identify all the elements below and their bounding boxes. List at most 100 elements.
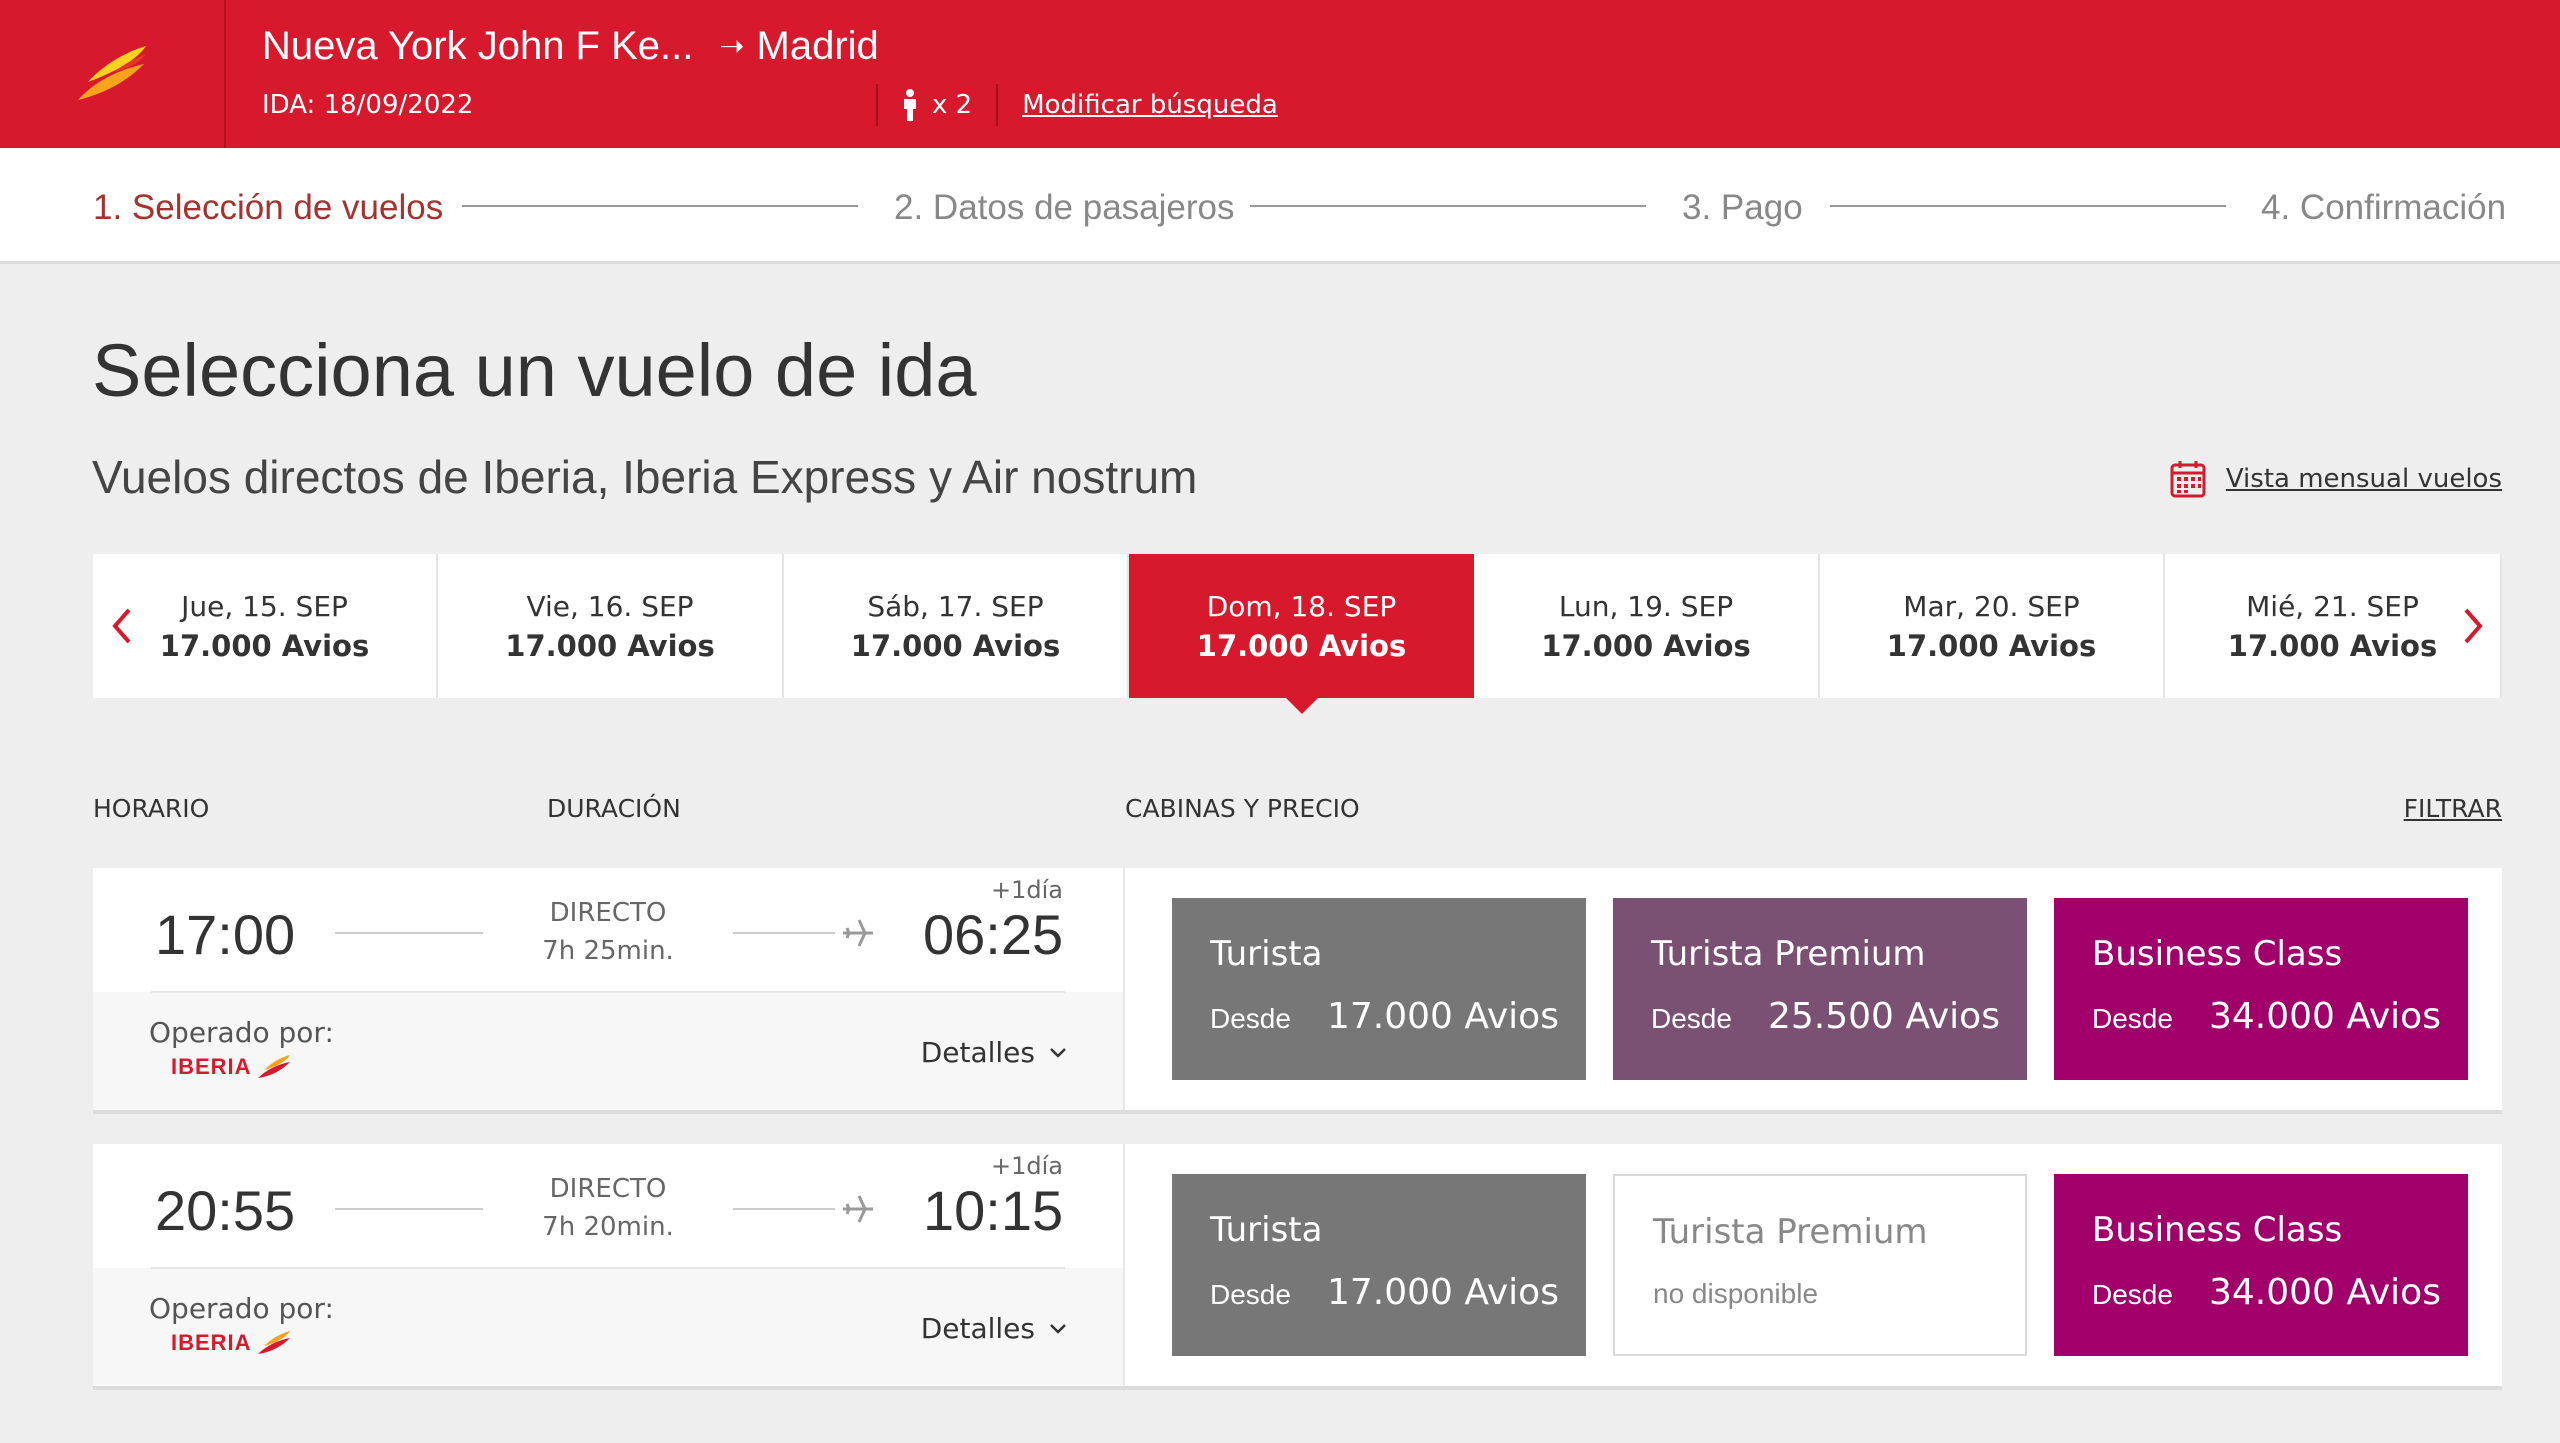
- from-label: Desde: [2092, 1003, 2173, 1034]
- cabin-name: Business Class: [2092, 1210, 2343, 1250]
- timeline: [335, 932, 483, 934]
- cabin-premium-unavailable: Turista Premium no disponible: [1613, 1174, 2027, 1356]
- cabin-name: Turista: [1210, 1210, 1323, 1250]
- unavailable-label: no disponible: [1653, 1278, 1819, 1309]
- iberia-logo[interactable]: [0, 0, 226, 148]
- from-label: Desde: [1210, 1279, 1291, 1310]
- monthly-view[interactable]: Vista mensual vuelos: [2170, 460, 2502, 498]
- cabin-price: 34.000 Avios: [2208, 996, 2441, 1037]
- cabin-turista-option[interactable]: Turista Desde 17.000 Avios: [1172, 898, 1586, 1080]
- cabin-price-row: Desde 17.000 Avios: [1210, 996, 1586, 1037]
- plane-icon: [843, 919, 873, 947]
- date-option[interactable]: Sáb, 17. SEP 17.000 Avios: [784, 554, 1129, 698]
- cabin-price-row: Desde 17.000 Avios: [1210, 1272, 1586, 1313]
- cabin-business-option[interactable]: Business Class Desde 34.000 Avios: [2054, 1174, 2468, 1356]
- flight-duration: DIRECTO 7h 20min.: [513, 1170, 703, 1246]
- operator-logo: IBERIA: [171, 1054, 292, 1080]
- step-connector: [1250, 205, 1646, 207]
- operator-name: IBERIA: [171, 1330, 252, 1355]
- filter-link[interactable]: FILTRAR: [2404, 794, 2502, 823]
- page-subtitle: Vuelos directos de Iberia, Iberia Expres…: [92, 451, 1198, 503]
- search-summary: IDA: 18/09/2022 x 2 Modificar búsqueda: [262, 84, 1278, 126]
- flight-info: 20:55 DIRECTO 7h 20min. +1día 10:15 Oper…: [93, 1144, 1125, 1386]
- plane-icon: [843, 1195, 873, 1223]
- date-label: Mié, 21. SEP: [2246, 589, 2419, 623]
- date-carousel: Jue, 15. SEP 17.000 Avios Vie, 16. SEP 1…: [93, 554, 2502, 714]
- cabin-price: 17.000 Avios: [1326, 1272, 1559, 1313]
- date-price: 17.000 Avios: [1886, 628, 2097, 663]
- cabin-turista-option[interactable]: Turista Desde 17.000 Avios: [1172, 1174, 1586, 1356]
- date-option-selected[interactable]: Dom, 18. SEP 17.000 Avios: [1129, 554, 1474, 714]
- cabin-name: Business Class: [2092, 934, 2343, 974]
- from-label: Desde: [1210, 1003, 1291, 1034]
- chevron-left-icon[interactable]: [103, 604, 143, 648]
- cabin-premium-option[interactable]: Turista Premium Desde 25.500 Avios: [1613, 898, 2027, 1080]
- destination-city: Madrid: [756, 24, 879, 68]
- iberia-wing-icon: [257, 1055, 290, 1078]
- duration-value: 7h 25min.: [542, 936, 674, 966]
- date-label: Vie, 16. SEP: [526, 589, 694, 623]
- date-label: Mar, 20. SEP: [1903, 589, 2080, 623]
- flight-type: DIRECTO: [549, 898, 667, 928]
- cabin-price-row: Desde 34.000 Avios: [2092, 1272, 2468, 1313]
- from-label: Desde: [1651, 1003, 1732, 1034]
- date-option[interactable]: Mar, 20. SEP 17.000 Avios: [1820, 554, 2165, 698]
- operated-by-label: Operado por:: [149, 1016, 334, 1049]
- iberia-wing-icon: [257, 1331, 290, 1354]
- date-label: Dom, 18. SEP: [1206, 589, 1397, 623]
- cabin-price: 17.000 Avios: [1326, 996, 1559, 1037]
- step-payment: 3. Pago: [1682, 188, 1803, 227]
- date-option[interactable]: Lun, 19. SEP 17.000 Avios: [1474, 554, 1820, 698]
- cabin-business-option[interactable]: Business Class Desde 34.000 Avios: [2054, 898, 2468, 1080]
- date-label: Jue, 15. SEP: [181, 589, 348, 623]
- date-option[interactable]: Vie, 16. SEP 17.000 Avios: [438, 554, 784, 698]
- cabin-price: 25.500 Avios: [1767, 996, 2000, 1037]
- details-toggle[interactable]: Detalles: [921, 1036, 1067, 1069]
- next-day-badge: +1día: [991, 876, 1063, 904]
- operator-logo: IBERIA: [171, 1330, 292, 1356]
- divider: [876, 84, 878, 126]
- timeline: [733, 1208, 835, 1210]
- date-option[interactable]: Jue, 15. SEP 17.000 Avios: [93, 554, 438, 698]
- duration-value: 7h 20min.: [542, 1212, 674, 1242]
- page-title: Selecciona un vuelo de ida: [92, 329, 977, 412]
- flight-info: 17:00 DIRECTO 7h 25min. +1día 06:25 Oper…: [93, 868, 1125, 1110]
- flight-operator: Operado por: IBERIA Detalles: [93, 992, 1123, 1110]
- cabin-name: Turista: [1210, 934, 1323, 974]
- passenger-count: x 2: [902, 89, 972, 121]
- selected-indicator: [1285, 698, 1318, 714]
- origin-city: Nueva York John F Ke...: [262, 24, 694, 68]
- step-connector: [1830, 205, 2226, 207]
- cabin-price-row: Desde 25.500 Avios: [1651, 996, 2027, 1037]
- flight-duration: DIRECTO 7h 25min.: [513, 894, 703, 970]
- divider: [996, 84, 999, 126]
- column-header-duration: DURACIÓN: [547, 794, 681, 823]
- chevron-right-icon[interactable]: [2452, 604, 2492, 648]
- details-toggle[interactable]: Detalles: [921, 1312, 1067, 1345]
- cabin-price: 34.000 Avios: [2208, 1272, 2441, 1313]
- operated-by-label: Operado por:: [149, 1292, 334, 1325]
- flight-type: DIRECTO: [549, 1174, 667, 1204]
- flight-schedule: 20:55 DIRECTO 7h 20min. +1día 10:15: [93, 1144, 1123, 1268]
- arrow-right-icon: ➝: [719, 30, 745, 63]
- date-label: Sáb, 17. SEP: [867, 589, 1044, 623]
- date-price: 17.000 Avios: [1196, 628, 1407, 663]
- iberia-wing-icon: [78, 46, 146, 100]
- cabin-price-row: Desde 34.000 Avios: [2092, 996, 2468, 1037]
- modify-search-link[interactable]: Modificar búsqueda: [1022, 90, 1278, 120]
- date-price: 17.000 Avios: [159, 628, 370, 663]
- date-price: 17.000 Avios: [850, 628, 1061, 663]
- progress-steps: 1. Selección de vuelos 2. Datos de pasaj…: [0, 148, 2560, 264]
- flight-schedule: 17:00 DIRECTO 7h 25min. +1día 06:25: [93, 868, 1123, 992]
- cabin-name: Turista Premium: [1653, 1212, 1928, 1252]
- cabin-name: Turista Premium: [1651, 934, 1926, 974]
- monthly-view-link[interactable]: Vista mensual vuelos: [2226, 464, 2502, 494]
- operator-name: IBERIA: [171, 1054, 252, 1079]
- timeline: [335, 1208, 483, 1210]
- passenger-count-label: x 2: [932, 90, 973, 120]
- step-confirmation: 4. Confirmación: [2261, 188, 2507, 227]
- step-passenger-data: 2. Datos de pasajeros: [894, 188, 1235, 227]
- from-label: Desde: [2092, 1279, 2173, 1310]
- timeline: [733, 932, 835, 934]
- column-header-cabins: CABINAS Y PRECIO: [1125, 794, 1360, 823]
